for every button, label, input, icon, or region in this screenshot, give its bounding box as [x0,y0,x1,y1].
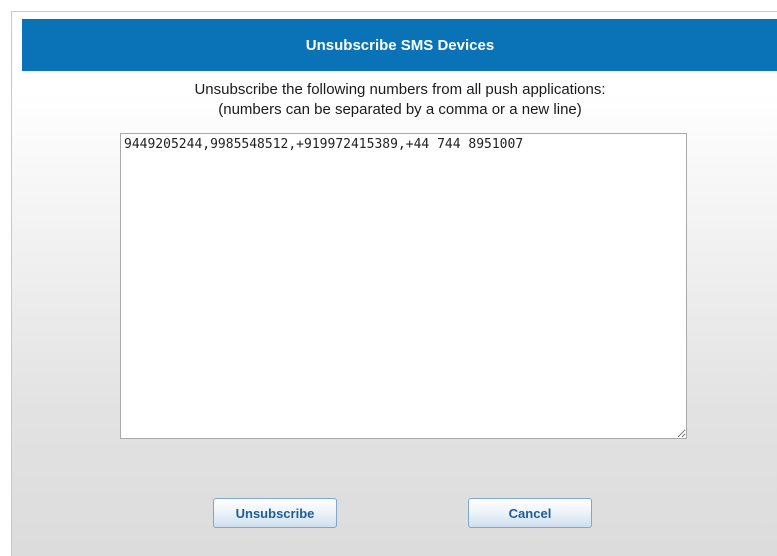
page: Unsubscribe SMS Devices Unsubscribe the … [0,0,777,556]
cancel-button[interactable]: Cancel [468,498,592,528]
instruction-line-1: Unsubscribe the following numbers from a… [194,81,606,98]
numbers-textarea[interactable]: 9449205244,9985548512,+919972415389,+44 … [120,133,687,439]
unsubscribe-dialog: Unsubscribe SMS Devices Unsubscribe the … [11,11,777,556]
unsubscribe-button[interactable]: Unsubscribe [213,498,337,528]
instruction-line-2: (numbers can be separated by a comma or … [218,101,582,118]
dialog-title: Unsubscribe SMS Devices [22,19,777,71]
instructions: Unsubscribe the following numbers from a… [22,80,777,120]
